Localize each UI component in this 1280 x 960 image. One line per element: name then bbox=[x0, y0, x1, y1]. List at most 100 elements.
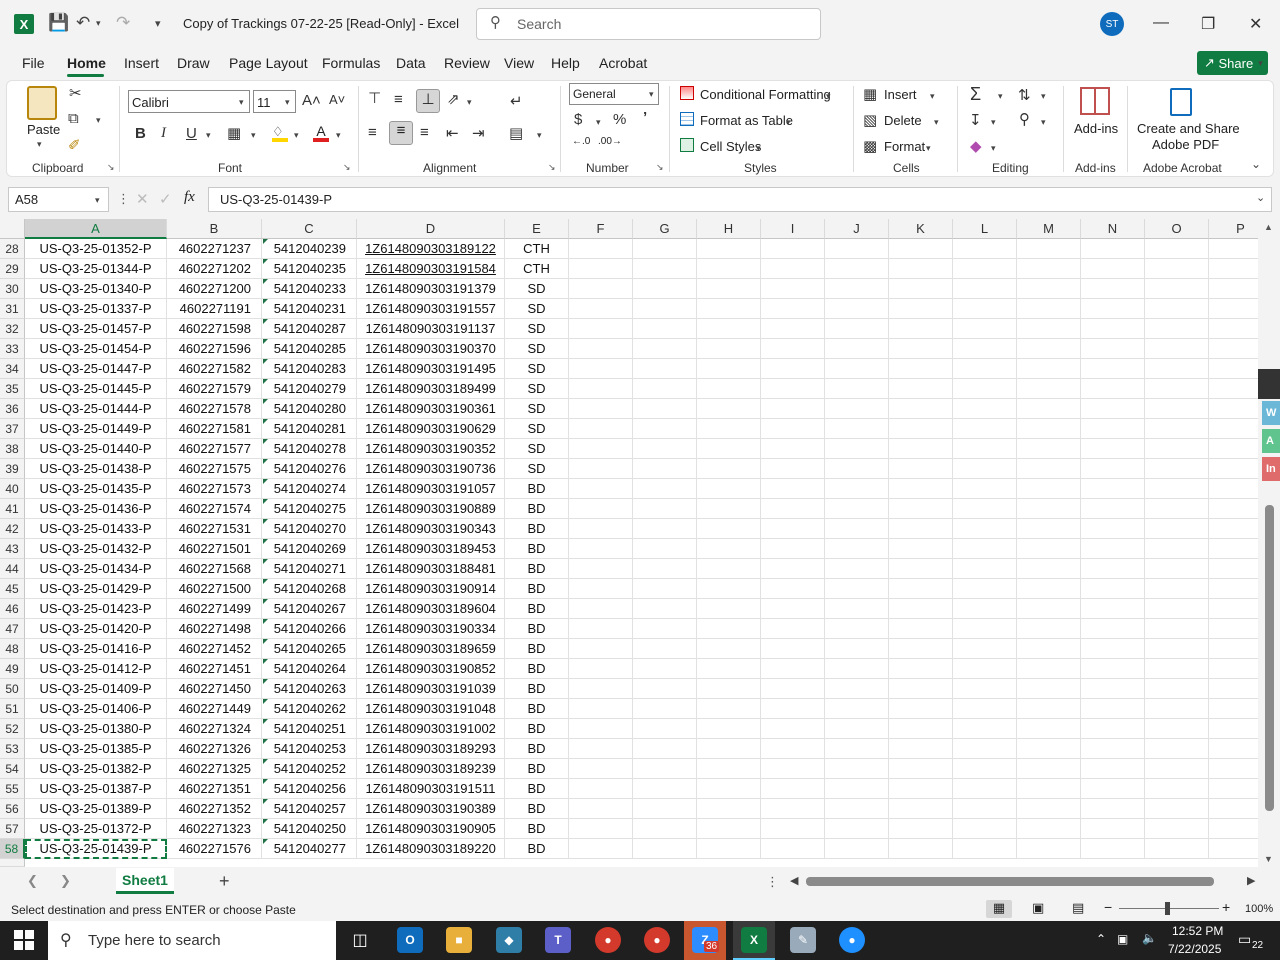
empty-cell[interactable] bbox=[825, 399, 889, 419]
cell-e[interactable]: BD bbox=[505, 499, 569, 519]
insert-function-icon[interactable]: fx bbox=[184, 189, 195, 206]
fill-color-icon[interactable]: ♢ bbox=[272, 124, 288, 142]
empty-cell[interactable] bbox=[761, 299, 825, 319]
insert-cells-button[interactable]: Insert bbox=[884, 87, 917, 102]
empty-cell[interactable] bbox=[633, 579, 697, 599]
empty-cell[interactable] bbox=[569, 759, 633, 779]
empty-cell[interactable] bbox=[569, 479, 633, 499]
cell-a[interactable]: US-Q3-25-01340-P bbox=[25, 279, 167, 299]
empty-cell[interactable] bbox=[825, 579, 889, 599]
empty-cell[interactable] bbox=[889, 679, 953, 699]
cell-a[interactable]: US-Q3-25-01447-P bbox=[25, 359, 167, 379]
clipboard-launcher-icon[interactable]: ↘ bbox=[107, 162, 115, 173]
scroll-up-icon[interactable]: ▲ bbox=[1264, 222, 1273, 232]
empty-cell[interactable] bbox=[1209, 699, 1258, 719]
avatar[interactable]: ST bbox=[1100, 12, 1124, 36]
empty-cell[interactable] bbox=[1209, 519, 1258, 539]
empty-cell[interactable] bbox=[889, 319, 953, 339]
empty-cell[interactable] bbox=[1081, 839, 1145, 859]
empty-cell[interactable] bbox=[569, 379, 633, 399]
cell-a[interactable]: US-Q3-25-01344-P bbox=[25, 259, 167, 279]
cell-c[interactable]: 5412040265 bbox=[262, 639, 357, 659]
row-header[interactable]: 34 bbox=[0, 359, 25, 379]
empty-cell[interactable] bbox=[1017, 619, 1081, 639]
cell-a[interactable]: US-Q3-25-01435-P bbox=[25, 479, 167, 499]
row-header[interactable]: 47 bbox=[0, 619, 25, 639]
cell-a[interactable]: US-Q3-25-01412-P bbox=[25, 659, 167, 679]
empty-cell[interactable] bbox=[1209, 679, 1258, 699]
cell-d[interactable]: 1Z6148090303189220 bbox=[357, 839, 505, 859]
font-size-dropdown-icon[interactable]: ▾ bbox=[285, 97, 290, 108]
empty-cell[interactable] bbox=[1017, 539, 1081, 559]
row-header[interactable]: 28 bbox=[0, 239, 25, 259]
chrome-icon[interactable]: ● bbox=[595, 927, 621, 953]
column-header-g[interactable]: G bbox=[633, 219, 697, 239]
empty-cell[interactable] bbox=[569, 539, 633, 559]
empty-cell[interactable] bbox=[1081, 679, 1145, 699]
empty-cell[interactable] bbox=[1081, 699, 1145, 719]
empty-cell[interactable] bbox=[889, 819, 953, 839]
empty-cell[interactable] bbox=[1081, 439, 1145, 459]
empty-cell[interactable] bbox=[1209, 299, 1258, 319]
empty-cell[interactable] bbox=[1081, 639, 1145, 659]
cut-icon[interactable]: ✂ bbox=[69, 84, 82, 102]
cell-b[interactable]: 4602271501 bbox=[167, 539, 262, 559]
cell-b[interactable]: 4602271323 bbox=[167, 819, 262, 839]
column-header-l[interactable]: L bbox=[953, 219, 1017, 239]
expand-formula-bar-icon[interactable]: ⌄ bbox=[1256, 191, 1265, 204]
chevron-down-icon[interactable]: ▾ bbox=[786, 117, 791, 128]
tab-data[interactable]: Data bbox=[396, 55, 426, 71]
empty-cell[interactable] bbox=[697, 379, 761, 399]
font-color-dropdown-icon[interactable]: ▾ bbox=[336, 130, 341, 141]
empty-cell[interactable] bbox=[953, 479, 1017, 499]
empty-cell[interactable] bbox=[1209, 799, 1258, 819]
empty-cell[interactable] bbox=[825, 459, 889, 479]
empty-cell[interactable] bbox=[889, 479, 953, 499]
empty-cell[interactable] bbox=[1017, 759, 1081, 779]
formula-input[interactable]: US-Q3-25-01439-P bbox=[208, 187, 1272, 212]
fill-icon[interactable]: ↧ bbox=[969, 111, 982, 129]
fill-color-dropdown-icon[interactable]: ▾ bbox=[294, 130, 299, 141]
empty-cell[interactable] bbox=[889, 359, 953, 379]
cell-b[interactable]: 4602271450 bbox=[167, 679, 262, 699]
find-select-icon[interactable]: ⚲ bbox=[1019, 110, 1030, 128]
empty-cell[interactable] bbox=[697, 399, 761, 419]
cell-d[interactable]: 1Z6148090303190370 bbox=[357, 339, 505, 359]
empty-cell[interactable] bbox=[1081, 539, 1145, 559]
empty-cell[interactable] bbox=[761, 319, 825, 339]
empty-cell[interactable] bbox=[1145, 419, 1209, 439]
currency-icon[interactable]: $ bbox=[574, 111, 582, 128]
empty-cell[interactable] bbox=[889, 799, 953, 819]
cell-b[interactable]: 4602271577 bbox=[167, 439, 262, 459]
row-header[interactable]: 56 bbox=[0, 799, 25, 819]
empty-cell[interactable] bbox=[953, 799, 1017, 819]
empty-cell[interactable] bbox=[697, 419, 761, 439]
zoom-in-icon[interactable]: + bbox=[1222, 899, 1230, 915]
empty-cell[interactable] bbox=[1081, 779, 1145, 799]
empty-cell[interactable] bbox=[569, 719, 633, 739]
empty-cell[interactable] bbox=[953, 779, 1017, 799]
chevron-down-icon[interactable]: ▾ bbox=[826, 91, 831, 102]
empty-cell[interactable] bbox=[633, 559, 697, 579]
empty-cell[interactable] bbox=[1145, 819, 1209, 839]
empty-cell[interactable] bbox=[633, 239, 697, 259]
cell-d[interactable]: 1Z6148090303190334 bbox=[357, 619, 505, 639]
empty-cell[interactable] bbox=[761, 439, 825, 459]
empty-cell[interactable] bbox=[1209, 619, 1258, 639]
empty-cell[interactable] bbox=[697, 259, 761, 279]
tab-formulas[interactable]: Formulas bbox=[322, 55, 380, 71]
empty-cell[interactable] bbox=[1145, 599, 1209, 619]
column-header-j[interactable]: J bbox=[825, 219, 889, 239]
empty-cell[interactable] bbox=[633, 779, 697, 799]
empty-cell[interactable] bbox=[761, 599, 825, 619]
column-header-i[interactable]: I bbox=[761, 219, 825, 239]
cell-c[interactable]: 5412040281 bbox=[262, 419, 357, 439]
empty-cell[interactable] bbox=[825, 839, 889, 859]
cell-d[interactable]: 1Z6148090303191039 bbox=[357, 679, 505, 699]
cell-a[interactable]: US-Q3-25-01416-P bbox=[25, 639, 167, 659]
empty-cell[interactable] bbox=[1209, 239, 1258, 259]
teams-icon[interactable]: T bbox=[545, 927, 571, 953]
empty-cell[interactable] bbox=[1081, 459, 1145, 479]
empty-cell[interactable] bbox=[761, 799, 825, 819]
empty-cell[interactable] bbox=[569, 639, 633, 659]
